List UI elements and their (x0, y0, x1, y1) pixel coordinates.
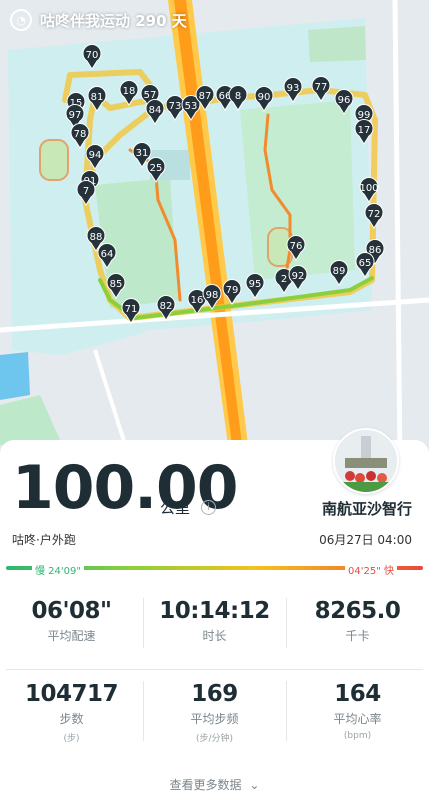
stat-value: 8265.0 (314, 598, 401, 624)
stat-steps: 104717 步数 (步) (0, 681, 143, 744)
user-name: 南航亚沙智行 (321, 500, 412, 518)
route-marker-label: 73 (169, 101, 182, 112)
stat-heart-rate: 164 平均心率 (bpm) (286, 681, 429, 741)
route-marker-label: 93 (287, 83, 300, 94)
view-more-label: 查看更多数据 (169, 778, 242, 792)
route-marker-label: 17 (358, 125, 371, 136)
stat-label: 平均配速 (47, 629, 96, 643)
summary-card: 100.00 公里 i 南航亚沙智行 咕咚·户外跑 06月27日 04:00 慢… (0, 428, 429, 797)
divider (143, 598, 144, 648)
route-marker-label: 89 (333, 266, 346, 277)
route-marker-label: 90 (258, 92, 271, 103)
activity-datetime: 06月27日 04:00 (319, 533, 412, 547)
pace-slow-label: 慢 24'09" (32, 562, 84, 577)
route-marker-label: 87 (199, 91, 212, 102)
pace-fast-label: 04'25" 快 (345, 562, 397, 577)
stat-label: 步数 (59, 712, 84, 726)
route-marker-label: 82 (160, 301, 173, 312)
route-marker-label: 64 (101, 249, 114, 260)
route-marker-label: 96 (338, 95, 351, 106)
banner-text: 咕咚伴我运动 290 天 (40, 11, 187, 30)
route-marker-label: 97 (69, 110, 82, 121)
stat-unit: (步/分钟) (195, 734, 234, 744)
info-icon[interactable]: i (201, 500, 216, 515)
divider (143, 681, 144, 741)
divider (286, 598, 287, 648)
route-marker-label: 79 (226, 285, 239, 296)
avatar[interactable] (333, 428, 399, 494)
stat-value: 104717 (24, 681, 119, 707)
divider (6, 669, 423, 670)
route-marker-label: 84 (149, 105, 162, 116)
stat-value: 10:14:12 (159, 598, 270, 624)
stat-label: 平均心率 (333, 712, 382, 726)
stat-label: 平均步频 (190, 712, 239, 726)
route-marker-label: 92 (292, 271, 305, 282)
route-marker-label: 76 (290, 241, 303, 252)
route-marker-label: 94 (89, 150, 102, 161)
banner: ◔ 咕咚伴我运动 290 天 (0, 0, 429, 40)
map-view[interactable]: 7081159718 5784 73 5387 66 8 9093 779699177894 3… (0, 0, 429, 460)
route-marker-label: 72 (368, 209, 381, 220)
route-marker-label: 95 (249, 279, 262, 290)
stat-value: 169 (191, 681, 238, 707)
route-marker-label: 70 (86, 50, 99, 61)
route-marker-label: 7 (83, 186, 89, 197)
route-marker-label: 88 (90, 232, 103, 243)
route-marker-label: 77 (315, 82, 328, 93)
chevron-down-icon: ⌄ (249, 778, 260, 792)
stat-calories: 8265.0 千卡 (286, 598, 429, 644)
route-marker-label: 71 (125, 304, 138, 315)
route-marker-label: 100 (359, 183, 378, 194)
stadium (39, 139, 69, 181)
stat-label: 时长 (202, 629, 227, 643)
stat-avg-pace: 06'08" 平均配速 (0, 598, 143, 644)
stat-label: 千卡 (345, 629, 370, 643)
codoon-logo-icon: ◔ (10, 9, 32, 31)
stat-unit: (步) (63, 734, 80, 744)
route-marker-label: 98 (206, 290, 219, 301)
distance-unit: 公里 (160, 499, 191, 517)
divider (286, 681, 287, 741)
stat-value: 164 (334, 681, 381, 707)
route-marker-label: 85 (110, 279, 123, 290)
avatar-image (335, 430, 397, 492)
stat-unit: (bpm) (343, 731, 372, 741)
route-marker-label: 81 (91, 92, 104, 103)
route-marker-label: 8 (235, 91, 241, 102)
route-marker-label: 18 (123, 86, 136, 97)
route-marker-label: 31 (136, 148, 149, 159)
view-more-button[interactable]: 查看更多数据 ⌄ (0, 776, 429, 793)
route-marker-label: 2 (281, 274, 287, 285)
stat-cadence: 169 平均步频 (步/分钟) (143, 681, 286, 744)
stat-duration: 10:14:12 时长 (143, 598, 286, 644)
route-marker-label: 53 (185, 101, 198, 112)
route-marker-label: 65 (359, 258, 372, 269)
route-marker-label: 25 (150, 163, 163, 174)
route-marker-label: 78 (74, 129, 87, 140)
route-marker-label: 16 (191, 295, 204, 306)
lake (0, 352, 30, 400)
activity-type: 咕咚·户外跑 (12, 533, 76, 547)
stat-value: 06'08" (31, 598, 112, 624)
